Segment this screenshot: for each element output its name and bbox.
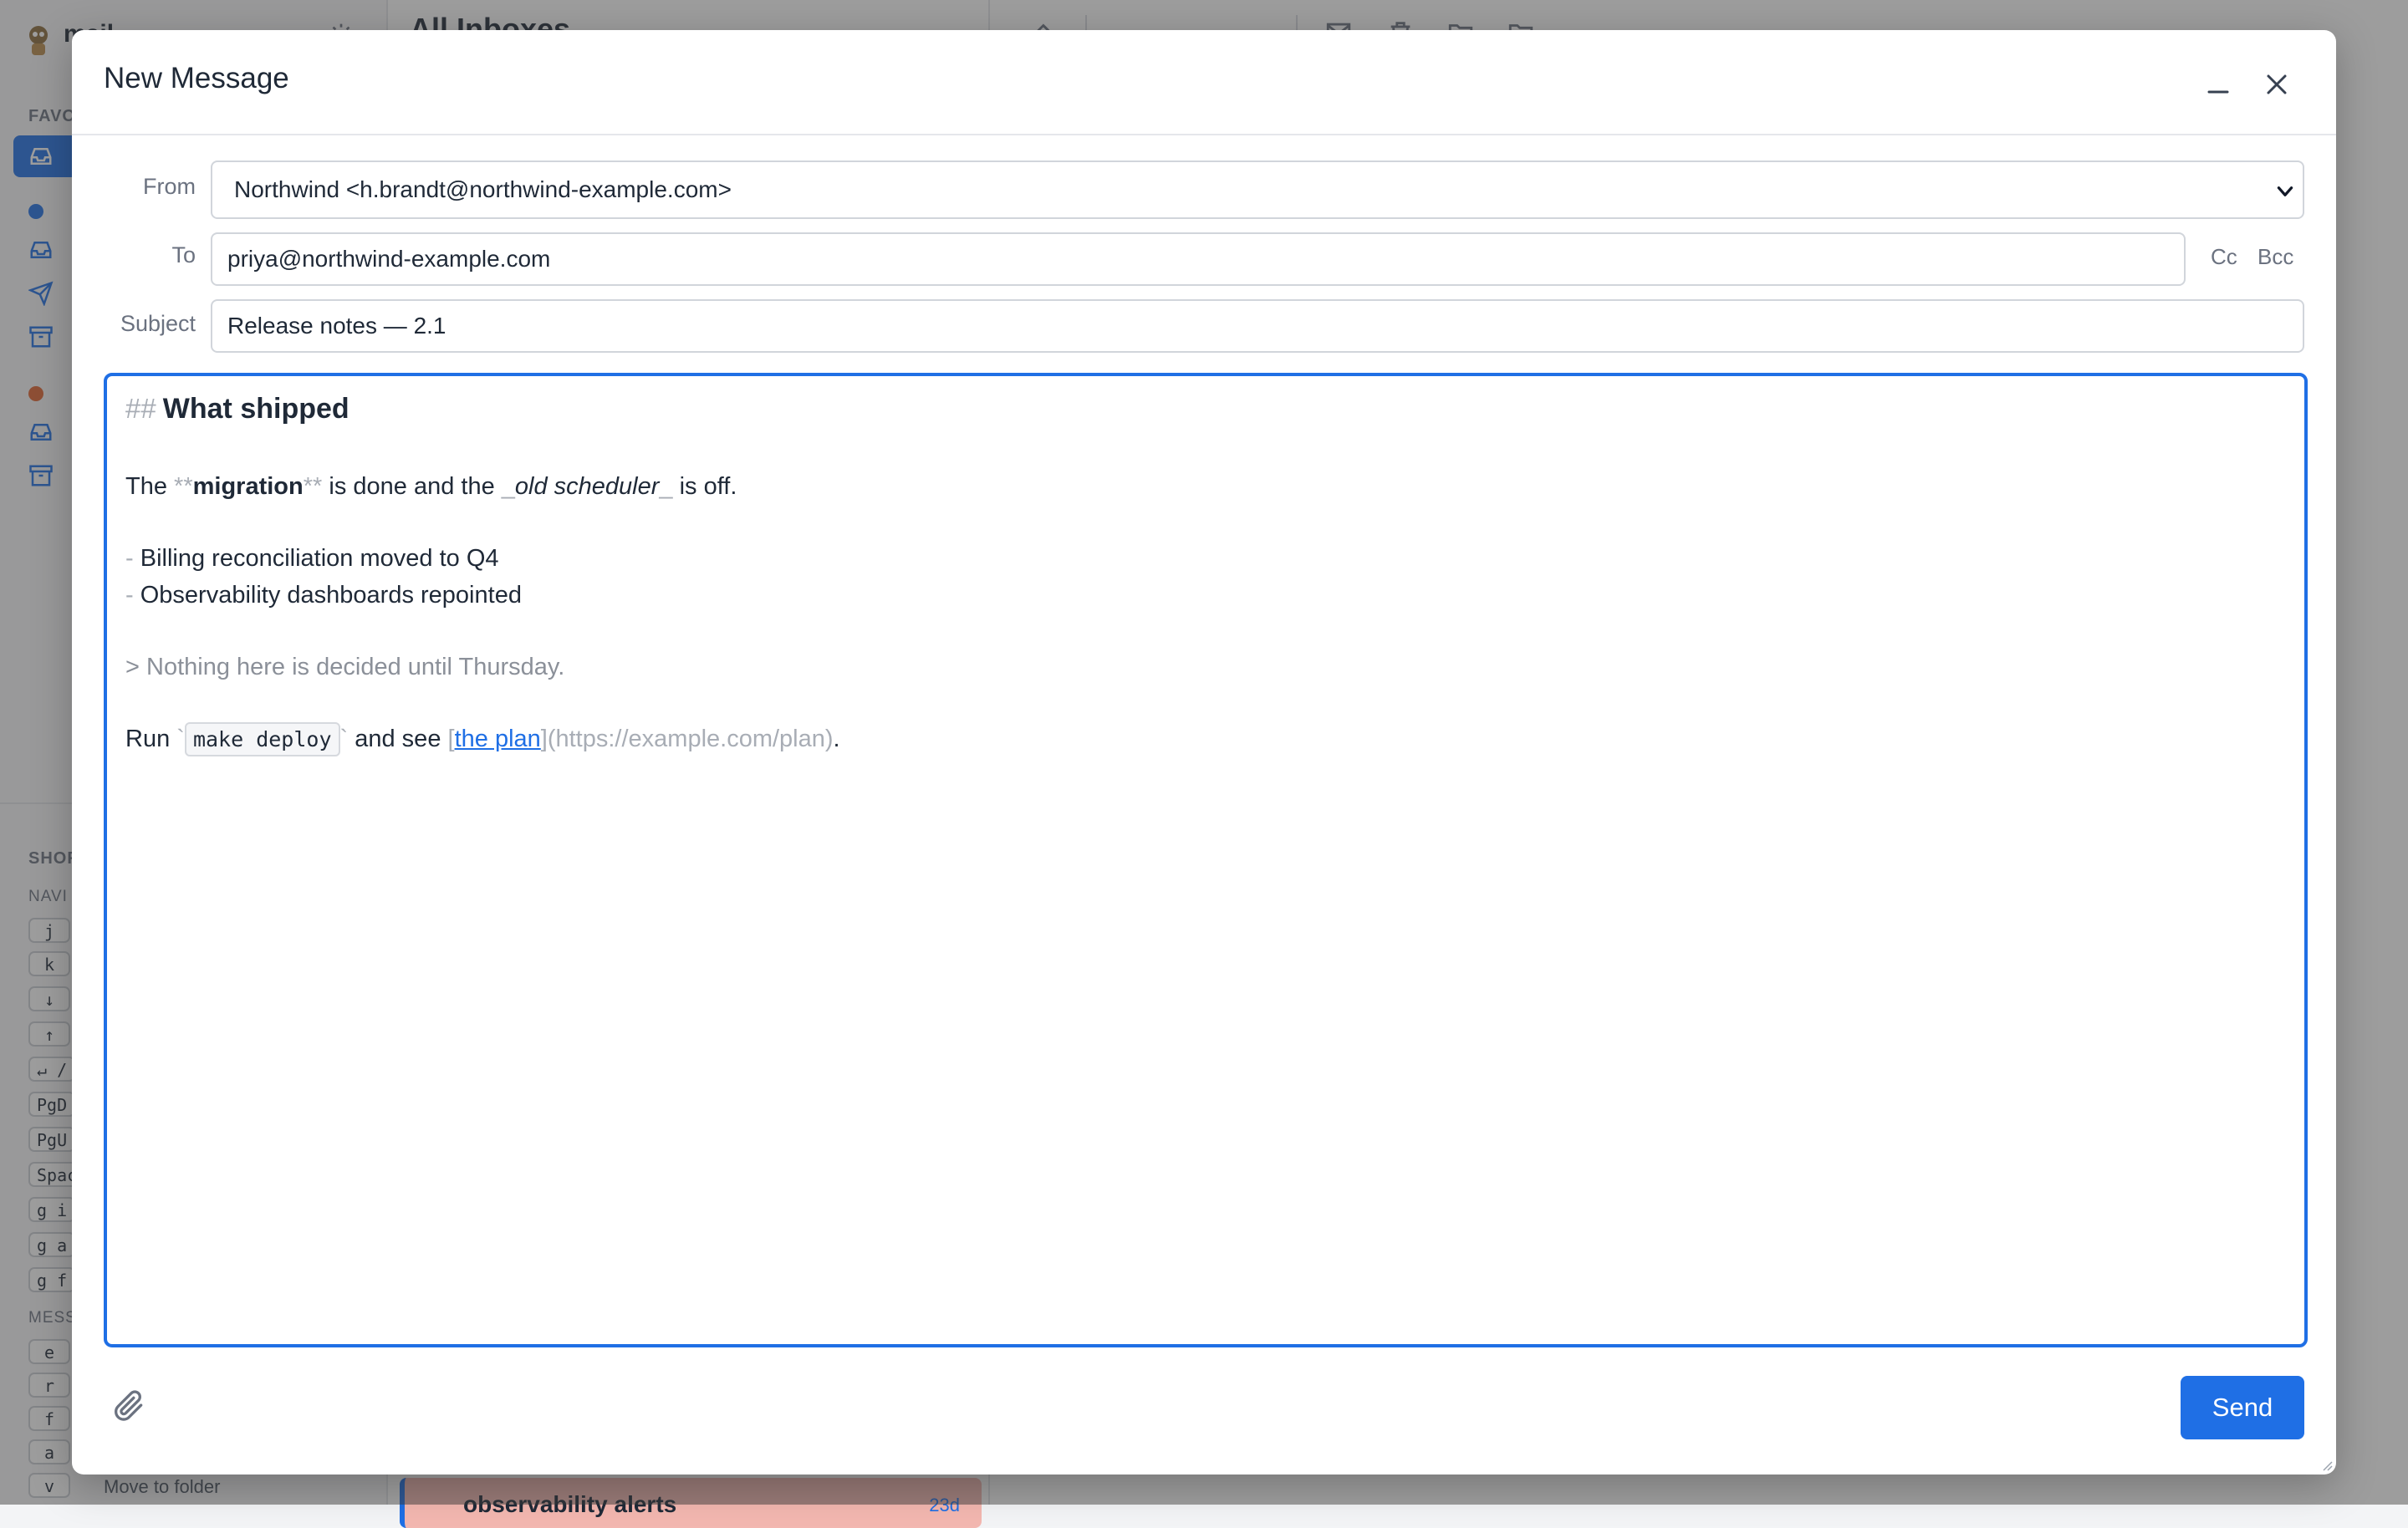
text-run: and see <box>348 726 448 752</box>
subject-field-wrapper <box>211 299 2304 353</box>
list-item: - Observability dashboards repointed <box>125 582 522 609</box>
link-bracket: [ <box>447 726 455 752</box>
text-run: . <box>833 726 840 752</box>
text-run: The <box>125 473 175 500</box>
text-run: Run <box>125 726 177 752</box>
body-paragraph-2: Run ` make deploy ` and see [the plan](htt… <box>125 722 840 756</box>
message-body-editor[interactable]: ## What shipped The **migration** is don… <box>104 373 2308 1347</box>
close-icon <box>2267 74 2287 94</box>
to-field[interactable] <box>227 234 2169 284</box>
italic-text: old scheduler <box>514 473 660 500</box>
quote-text: Nothing here is decided until Thursday. <box>146 654 565 680</box>
resize-handle-icon[interactable] <box>2319 1458 2333 1471</box>
body-blockquote: > Nothing here is decided until Thursday… <box>125 654 564 681</box>
minimize-icon <box>2207 90 2229 94</box>
text-run: is done and the <box>322 473 502 500</box>
heading-text: What shipped <box>162 393 349 425</box>
link-bracket: ] <box>540 726 548 752</box>
minimize-button[interactable] <box>2197 64 2239 105</box>
paperclip-icon <box>115 1390 143 1421</box>
from-label: From <box>143 174 196 199</box>
chevron-down-icon <box>2277 186 2293 196</box>
quote-marker: > <box>125 654 140 680</box>
cc-button[interactable]: Cc <box>2211 244 2237 270</box>
link-url: (https://example.com/plan) <box>547 726 834 752</box>
italic-marker: _ <box>501 473 515 500</box>
from-select[interactable]: Northwind <h.brandt@northwind-example.co… <box>211 160 2304 219</box>
code-marker: ` <box>339 726 349 752</box>
list-item-text: Billing reconciliation moved to Q4 <box>140 545 499 572</box>
bold-text: migration <box>192 473 304 500</box>
list-marker: - <box>125 582 134 609</box>
bcc-button[interactable]: Bcc <box>2258 244 2293 270</box>
heading-marker: ## <box>125 393 156 424</box>
compose-title: New Message <box>104 62 289 94</box>
subject-label: Subject <box>120 311 196 336</box>
body-heading: ## What shipped <box>125 393 349 425</box>
list-item: - Billing reconciliation moved to Q4 <box>125 545 499 573</box>
close-button[interactable] <box>2256 64 2298 105</box>
to-label: To <box>171 242 196 267</box>
list-item-text: Observability dashboards repointed <box>140 582 522 609</box>
compose-header: New Message <box>72 30 2336 135</box>
send-button[interactable]: Send <box>2181 1376 2304 1439</box>
link-text[interactable]: the plan <box>455 726 541 752</box>
bold-marker: ** <box>303 473 323 500</box>
bold-marker: ** <box>174 473 193 500</box>
to-field-wrapper <box>211 232 2186 286</box>
list-marker: - <box>125 545 134 572</box>
from-select-value: Northwind <h.brandt@northwind-example.co… <box>234 176 732 202</box>
text-run: is off. <box>672 473 737 500</box>
compose-dialog: New Message From Northwind <h.brandt@nor… <box>72 30 2336 1475</box>
code-marker: ` <box>176 726 185 752</box>
italic-marker: _ <box>659 473 673 500</box>
inline-code: make deploy <box>184 722 340 756</box>
body-paragraph-1: The **migration** is done and the _old s… <box>125 473 737 501</box>
subject-field[interactable] <box>227 301 2288 351</box>
attach-button[interactable] <box>110 1388 147 1424</box>
